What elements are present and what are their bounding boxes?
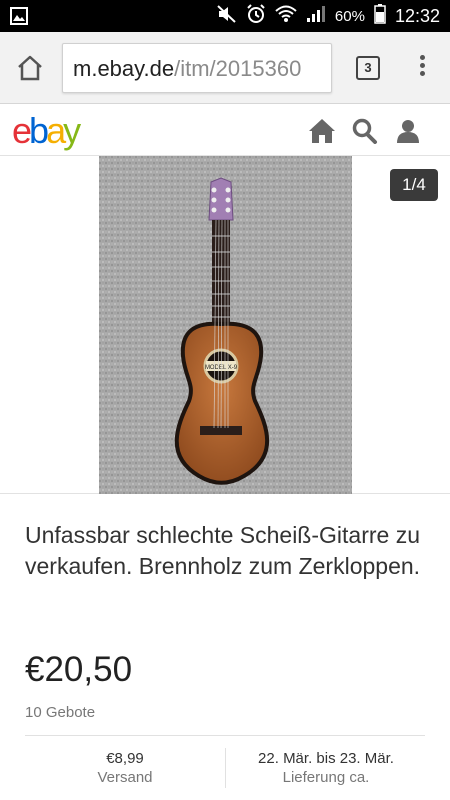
- divider: [25, 735, 425, 736]
- wifi-icon: [275, 5, 297, 28]
- ebay-logo[interactable]: ebay: [12, 110, 81, 152]
- delivery-info: 22. Mär. bis 23. Mär. Lieferung ca.: [226, 749, 426, 787]
- site-header: ebay: [0, 104, 450, 156]
- image-gallery[interactable]: MODEL X-9 1/4: [0, 156, 450, 494]
- shipping-label: Versand: [97, 769, 153, 786]
- url-bar[interactable]: m.ebay.de/itm/2015360: [62, 43, 332, 93]
- delivery-label: Lieferung ca.: [282, 769, 370, 786]
- browser-toolbar: m.ebay.de/itm/2015360 3: [0, 32, 450, 104]
- battery-icon: [374, 3, 386, 29]
- clock: 12:32: [394, 5, 440, 26]
- item-photo[interactable]: MODEL X-9: [99, 156, 352, 494]
- bid-count[interactable]: 10 Gebote: [25, 704, 95, 721]
- url-path: /itm/2015360: [174, 56, 302, 81]
- user-icon[interactable]: [394, 118, 422, 144]
- url-text: m.ebay.de/itm/2015360: [73, 56, 301, 82]
- item-price: €20,50: [25, 650, 133, 689]
- delivery-dates: 22. Mär. bis 23. Mär.: [258, 750, 394, 767]
- shipping-cost: €8,99: [106, 750, 144, 767]
- browser-home-icon[interactable]: [14, 52, 46, 84]
- url-host: m.ebay.de: [73, 56, 175, 81]
- image-notification-icon: [10, 7, 28, 30]
- search-icon[interactable]: [351, 118, 379, 144]
- status-bar: 60% 12:32: [0, 0, 450, 32]
- tab-switcher-button[interactable]: 3: [356, 56, 380, 80]
- battery-percent: 60%: [334, 7, 365, 25]
- signal-icon: [306, 5, 326, 28]
- home-icon[interactable]: [308, 118, 336, 144]
- shipping-info: €8,99 Versand: [25, 749, 225, 787]
- mute-icon: [217, 4, 237, 28]
- overflow-menu-icon[interactable]: [412, 52, 432, 84]
- item-title: Unfassbar schlechte Scheiß-Gitarre zu ve…: [25, 522, 421, 579]
- image-counter-badge: 1/4: [390, 169, 438, 201]
- alarm-icon: [246, 3, 266, 29]
